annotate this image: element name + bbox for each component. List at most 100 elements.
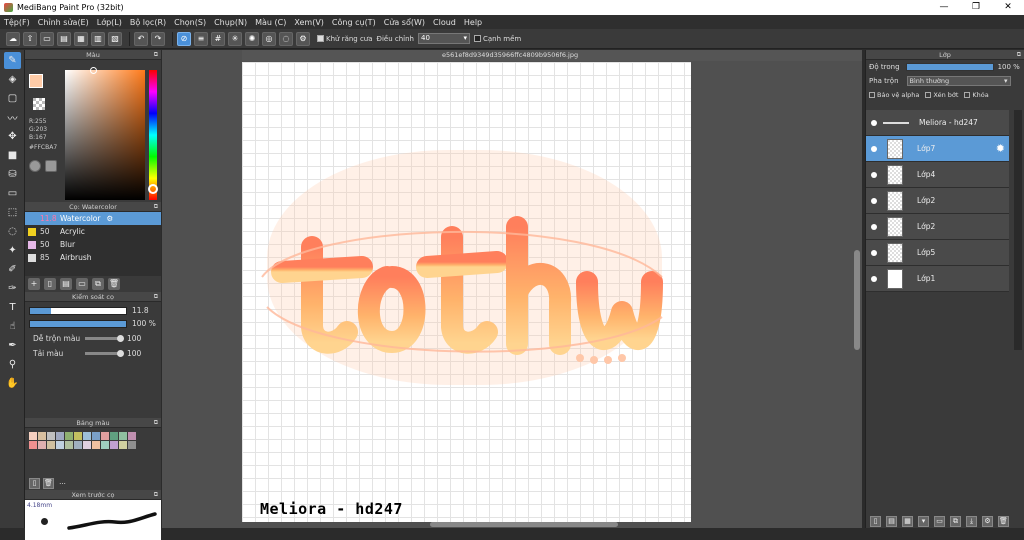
blend-knob[interactable] [117,335,124,342]
menu-cloud[interactable]: Cloud [433,18,456,27]
new-halftone-layer-icon[interactable]: ▤ [886,515,897,527]
menu-select[interactable]: Chọn(S) [174,18,206,27]
palette-swatch[interactable] [110,432,118,440]
menu-tools[interactable]: Công cụ(T) [332,18,376,27]
brush-tool-icon[interactable]: ✎ [4,52,21,69]
grid-icon[interactable]: ▦ [74,31,88,46]
minimize-button[interactable]: — [928,0,960,15]
add-brush-icon[interactable]: + [28,278,40,290]
select-tool-icon[interactable]: ⬚ [4,204,21,221]
palette-swatch[interactable] [29,432,37,440]
palette-swatch[interactable] [128,441,136,449]
protect-alpha-checkbox[interactable]: Bảo vệ alpha [869,91,919,99]
vertical-scrollbar[interactable] [854,250,860,350]
color-wheel-icon[interactable] [29,160,41,172]
palette-swatch[interactable] [56,432,64,440]
circle-snap-icon[interactable]: ◎ [262,31,276,46]
comment-icon[interactable]: ▭ [40,31,54,46]
blur-tool-icon[interactable]: 〰 [4,109,21,126]
merge-layer-icon[interactable]: ⤓ [966,515,977,527]
palette-swatch[interactable] [65,441,73,449]
move-tool-icon[interactable]: ✥ [4,128,21,145]
color-swap-icon[interactable] [45,160,57,172]
antialias-checkbox[interactable]: Khử răng cưa [317,35,373,43]
magic-wand-icon[interactable]: ✦ [4,242,21,259]
new-layer-icon[interactable]: ▯ [870,515,881,527]
new-palette-icon[interactable]: ▯ [29,477,40,489]
brush-size-slider[interactable]: 11.8 [29,306,157,315]
blend-slider[interactable] [85,335,124,342]
hue-cursor[interactable] [148,184,158,194]
duplicate-icon[interactable]: ⧉ [92,278,104,290]
palette-swatch[interactable] [56,441,64,449]
panel-pin-icon[interactable]: ⧉ [154,202,158,212]
select-pen-icon[interactable]: ✐ [4,261,21,278]
bucket-tool-icon[interactable]: ⛁ [4,166,21,183]
eye-icon[interactable] [871,145,877,152]
duplicate-layer-icon[interactable]: ⧉ [950,515,961,527]
select-eraser-icon[interactable]: ✑ [4,280,21,297]
eye-icon[interactable] [871,119,877,126]
eyedropper-tool-icon[interactable]: ⚲ [4,356,21,373]
palette-swatch[interactable] [47,441,55,449]
palette-swatch[interactable] [110,441,118,449]
layer-opacity-slider[interactable] [905,63,994,71]
brush-item[interactable]: 50 Blur [25,238,161,251]
palette-swatch[interactable] [101,441,109,449]
menu-filter[interactable]: Bộ lọc(R) [130,18,166,27]
smooth-checkbox[interactable]: Cạnh mềm [474,35,521,43]
palette-swatch[interactable] [83,432,91,440]
layer-item[interactable]: Lớp7 ✹ [866,136,1009,162]
layer-item[interactable]: Meliora - hd247 [866,110,1009,136]
palette-swatch[interactable] [119,441,127,449]
menu-color[interactable]: Màu (C) [255,18,286,27]
layer-item[interactable]: Lớp1 [866,266,1009,292]
hand-tool-icon[interactable]: ✋ [4,375,21,392]
adjust-dropdown[interactable]: 40 [418,33,470,44]
panel-pin-icon[interactable]: ⧉ [1017,50,1021,60]
message-icon[interactable]: ▤ [57,31,71,46]
palette-swatch[interactable] [74,441,82,449]
panel-pin-icon[interactable]: ⧉ [154,418,158,428]
menu-layer[interactable]: Lớp(L) [97,18,122,27]
layer-blend-dropdown[interactable]: Bình thường [906,76,1011,86]
dot-tool-icon[interactable]: ▢ [4,90,21,107]
horizontal-scrollbar[interactable] [430,522,618,527]
menu-help[interactable]: Help [464,18,482,27]
amount-knob[interactable] [117,350,124,357]
panel-pin-icon[interactable]: ⧉ [154,292,158,302]
menu-view[interactable]: Xem(V) [294,18,324,27]
lock-checkbox[interactable]: Khóa [964,91,989,99]
radial-snap-icon[interactable]: ✺ [245,31,259,46]
brush-item[interactable]: 50 Acrylic [25,225,161,238]
foreground-swatch[interactable] [29,74,43,88]
brush-size-track[interactable] [29,306,127,315]
comic-icon[interactable]: ▧ [108,31,122,46]
menu-edit[interactable]: Chỉnh sửa(E) [38,18,89,27]
document-tab[interactable]: e561ef8d9349d35966ffc4809b9506f6.jpg [242,50,862,61]
upload-icon[interactable]: ⇧ [23,31,37,46]
vanishing-snap-icon[interactable]: ✳ [228,31,242,46]
delete-palette-icon[interactable]: 🗑 [43,477,54,489]
saturation-value-picker[interactable] [65,70,145,200]
eye-icon[interactable] [871,197,877,204]
lasso-tool-icon[interactable]: ◌ [4,223,21,240]
palette-swatch[interactable] [29,441,37,449]
operation-tool-icon[interactable]: ☝ [4,318,21,335]
brush-item[interactable]: 11.8 Watercolor ⚙ [25,212,161,225]
clipping-checkbox[interactable]: Xén bớt [925,91,958,99]
eraser-tool-icon[interactable]: ◈ [4,71,21,88]
crisscross-snap-icon[interactable]: # [211,31,225,46]
background-swatch[interactable] [33,98,45,110]
layer-folder-icon[interactable]: ▭ [934,515,945,527]
brush-item[interactable]: 85 Airbrush [25,251,161,264]
layer-scrollbar[interactable] [1014,110,1022,350]
panel-pin-icon[interactable]: ⧉ [154,50,158,60]
palette-swatch[interactable] [83,441,91,449]
layer-item[interactable]: Lớp2 [866,188,1009,214]
menu-file[interactable]: Tệp(F) [4,18,30,27]
eye-icon[interactable] [871,223,877,230]
new-8bit-layer-icon[interactable]: ▦ [902,515,913,527]
palette-swatch[interactable] [74,432,82,440]
palette-more[interactable]: ... [57,478,68,489]
